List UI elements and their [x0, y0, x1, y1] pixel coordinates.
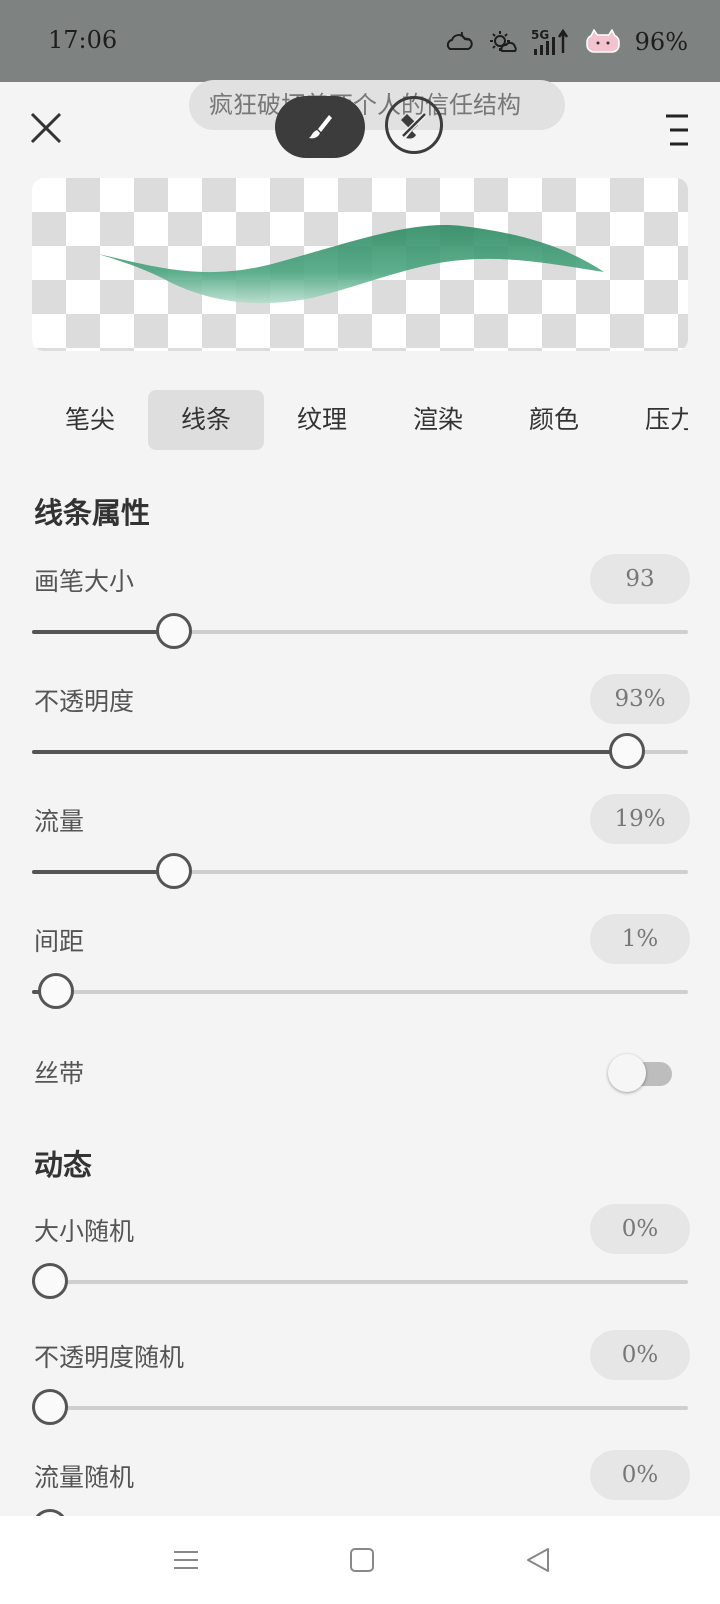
flow-random-label: 流量随机	[34, 1463, 135, 1492]
status-icons: 5G 96%	[443, 22, 688, 62]
brush-icon	[309, 115, 332, 139]
slider-thumb[interactable]	[32, 1389, 68, 1425]
close-icon	[30, 112, 62, 144]
tab-pressure[interactable]: 压力	[612, 390, 688, 450]
brush-editor-header: 疯狂破坏着两个人的信任结构	[0, 80, 720, 172]
brush-tool-button[interactable]	[275, 96, 365, 158]
home-square-icon	[350, 1548, 374, 1572]
brush-size-label: 画笔大小	[34, 567, 135, 596]
home-button[interactable]	[340, 1538, 384, 1582]
spacing-slider[interactable]	[32, 972, 688, 1012]
ribbon-toggle[interactable]	[608, 1052, 676, 1092]
flow-random-value[interactable]: 0%	[590, 1450, 690, 1500]
section-title-line-properties: 线条属性	[34, 496, 151, 530]
menu-icon	[666, 114, 688, 146]
back-button[interactable]	[516, 1538, 560, 1582]
tab-texture[interactable]: 纹理	[264, 390, 380, 450]
brush-settings-tabs: 笔尖 线条 纹理 渲染 颜色 压力	[0, 390, 688, 450]
slider-thumb[interactable]	[32, 1263, 68, 1299]
cloud-moon-icon	[443, 27, 475, 57]
battery-cat-icon	[585, 27, 623, 57]
status-bar: 17:06 5G 96%	[0, 0, 720, 82]
back-triangle-icon	[527, 1548, 549, 1572]
tab-line[interactable]: 线条	[148, 390, 264, 450]
close-button[interactable]	[26, 108, 66, 148]
brush-name-title: 疯狂破坏着两个人的信任结构	[189, 80, 565, 130]
tab-tip[interactable]: 笔尖	[32, 390, 148, 450]
slider-fill	[32, 630, 174, 634]
tab-render[interactable]: 渲染	[380, 390, 496, 450]
ribbon-label: 丝带	[34, 1059, 85, 1088]
brush-stroke-preview	[32, 178, 688, 351]
spacing-value[interactable]: 1%	[590, 914, 690, 964]
slider-thumb[interactable]	[38, 973, 75, 1009]
size-random-label: 大小随机	[34, 1217, 135, 1246]
status-time: 17:06	[48, 26, 118, 54]
weather-icon	[487, 27, 519, 57]
slider-fill	[32, 870, 174, 874]
battery-percent: 96%	[634, 28, 688, 56]
size-random-slider[interactable]	[32, 1262, 688, 1302]
brush-size-value[interactable]: 93	[590, 554, 690, 604]
flow-slider[interactable]	[32, 852, 688, 892]
opacity-random-slider[interactable]	[32, 1388, 688, 1428]
opacity-label: 不透明度	[34, 687, 135, 716]
brush-stroke	[98, 224, 604, 304]
size-random-value[interactable]: 0%	[590, 1204, 690, 1254]
flow-value[interactable]: 19%	[590, 794, 690, 844]
eraser-icon	[401, 112, 427, 139]
menu-button[interactable]	[666, 110, 690, 150]
slider-track	[32, 990, 688, 994]
slider-track	[32, 1406, 688, 1410]
system-nav-bar	[0, 1516, 720, 1604]
slider-fill	[32, 750, 627, 754]
spacing-label: 间距	[34, 927, 85, 956]
section-title-dynamics: 动态	[34, 1148, 93, 1182]
eraser-tool-button[interactable]	[385, 96, 443, 154]
slider-thumb[interactable]	[156, 613, 192, 649]
slider-thumb[interactable]	[608, 733, 645, 769]
tab-color[interactable]: 颜色	[496, 390, 612, 450]
slider-thumb[interactable]	[156, 853, 192, 889]
recent-apps-button[interactable]	[164, 1538, 208, 1582]
menu-lines-icon	[174, 1551, 198, 1569]
flow-label: 流量	[34, 807, 85, 836]
opacity-slider[interactable]	[32, 732, 688, 772]
slider-track	[32, 1280, 688, 1284]
signal-5g-icon: 5G	[531, 27, 573, 57]
opacity-random-value[interactable]: 0%	[590, 1330, 690, 1380]
opacity-value[interactable]: 93%	[590, 674, 690, 724]
toggle-knob	[608, 1054, 646, 1092]
brush-size-slider[interactable]	[32, 612, 688, 652]
network-type-label: 5G	[531, 28, 549, 42]
opacity-random-label: 不透明度随机	[34, 1343, 185, 1372]
